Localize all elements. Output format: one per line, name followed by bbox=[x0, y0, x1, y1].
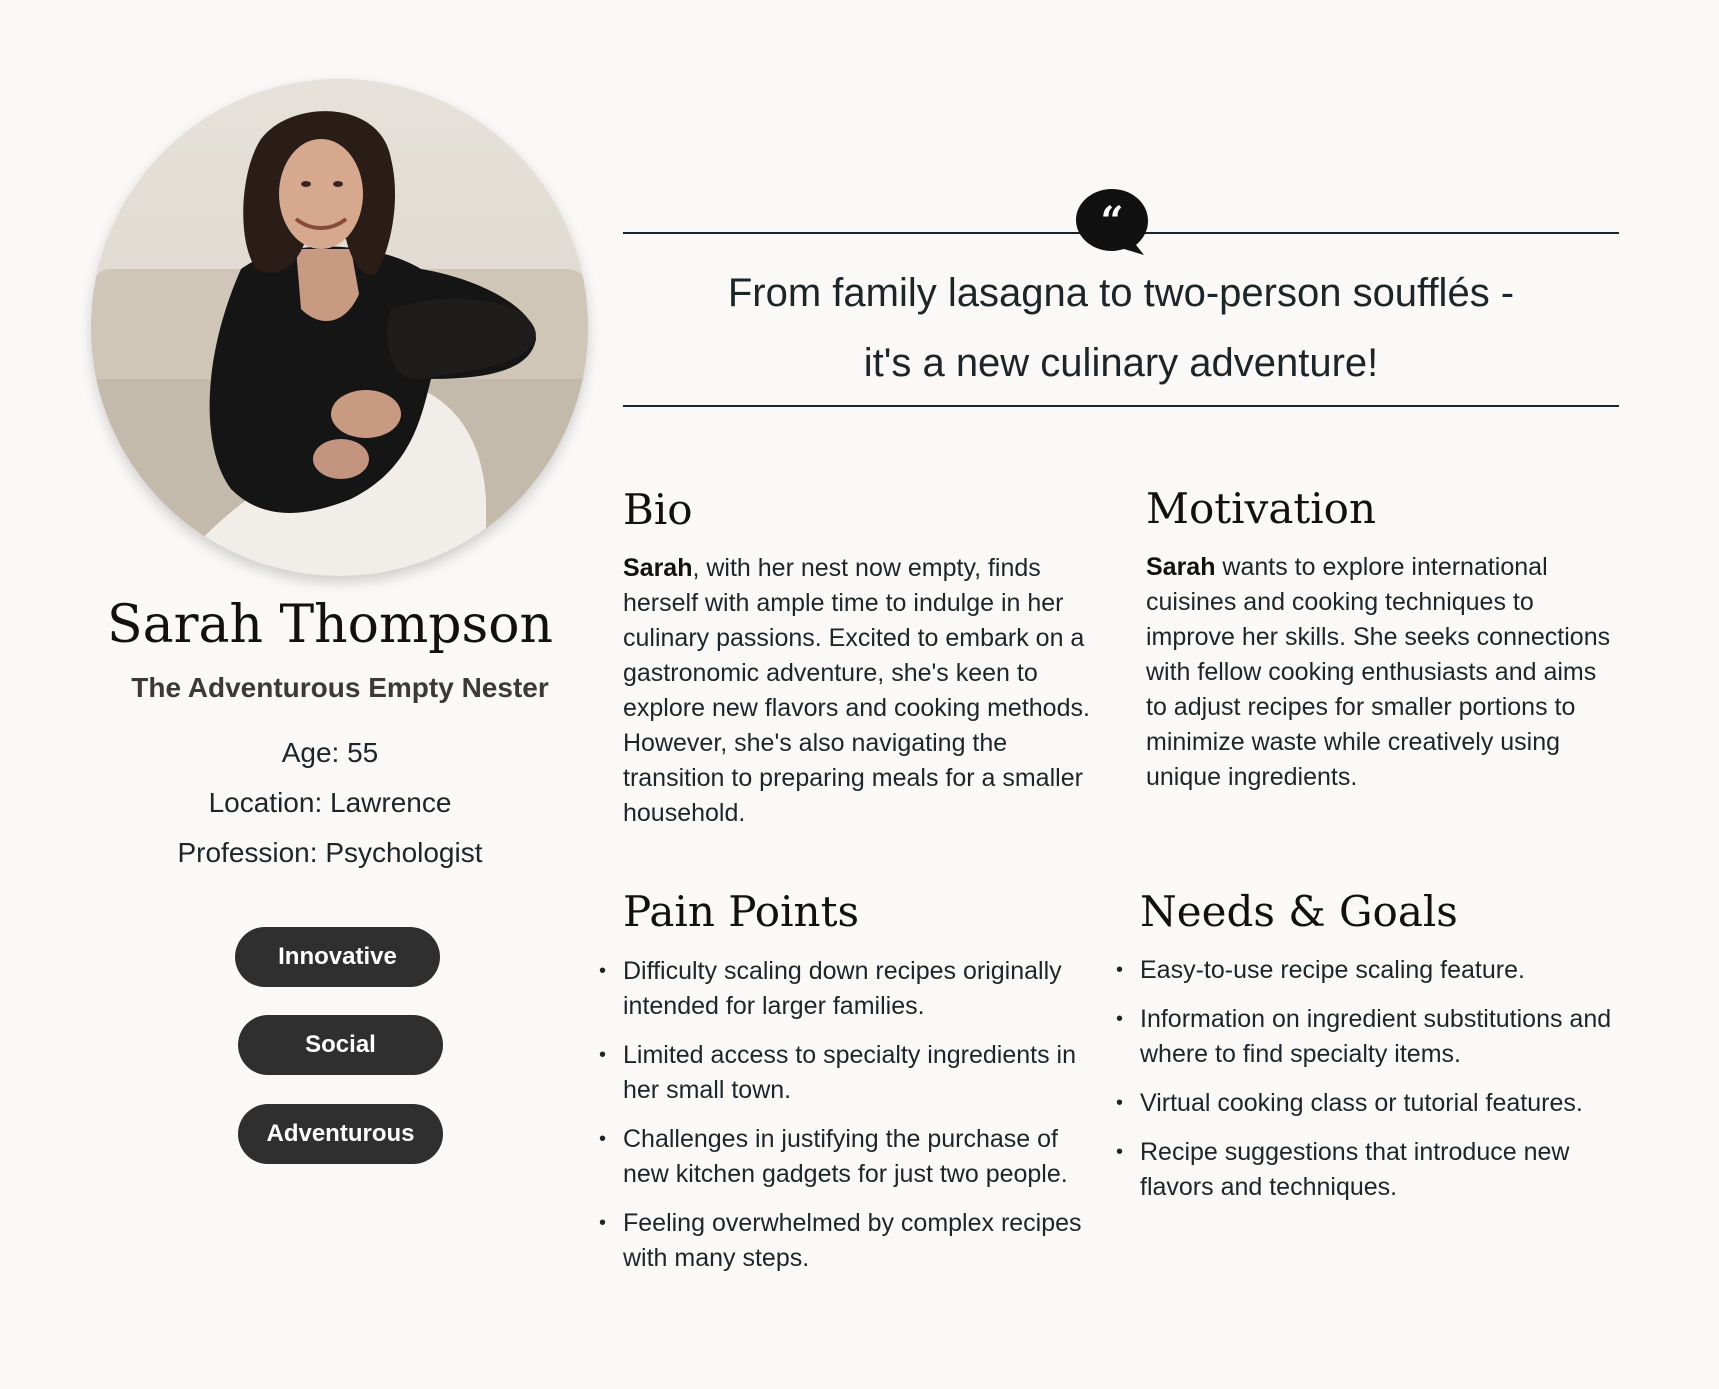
svg-text:“: “ bbox=[1100, 198, 1123, 245]
bio-text: Sarah, with her nest now empty, finds he… bbox=[623, 551, 1103, 831]
motivation-body: wants to explore international cuisines … bbox=[1146, 553, 1611, 791]
quote-line-2: it's a new culinary adventure! bbox=[863, 341, 1379, 385]
motivation-lead: Sarah bbox=[1146, 553, 1216, 581]
tag-adventurous: Adventurous bbox=[238, 1104, 443, 1164]
pain-points-list: Difficulty scaling down recipes original… bbox=[599, 954, 1103, 1290]
needs-goals-list: Easy-to-use recipe scaling feature. Info… bbox=[1116, 953, 1615, 1219]
list-item: Challenges in justifying the purchase of… bbox=[599, 1122, 1103, 1192]
quote-line-1: From family lasagna to two-person souffl… bbox=[727, 271, 1515, 315]
location-text: Location: Lawrence bbox=[208, 787, 452, 818]
list-item: Feeling overwhelmed by complex recipes w… bbox=[599, 1206, 1103, 1276]
profession-text: Profession: Psychologist bbox=[177, 837, 483, 868]
bio-heading: Bio bbox=[623, 485, 693, 534]
list-item: Easy-to-use recipe scaling feature. bbox=[1116, 953, 1615, 988]
needs-goals-heading: Needs & Goals bbox=[1140, 887, 1458, 936]
quote-bottom-divider bbox=[623, 405, 1619, 407]
motivation-heading: Motivation bbox=[1146, 484, 1377, 533]
bio-body: , with her nest now empty, finds herself… bbox=[623, 554, 1090, 827]
persona-facts: Age: 55 Location: Lawrence Profession: P… bbox=[60, 728, 600, 878]
pain-points-heading: Pain Points bbox=[623, 887, 860, 936]
quote-text: From family lasagna to two-person souffl… bbox=[623, 258, 1619, 398]
persona-subtitle: The Adventurous Empty Nester bbox=[131, 672, 549, 703]
list-item: Information on ingredient substitutions … bbox=[1116, 1002, 1615, 1072]
list-item: Difficulty scaling down recipes original… bbox=[599, 954, 1103, 1024]
bio-lead: Sarah bbox=[623, 554, 693, 582]
age-text: Age: 55 bbox=[281, 737, 379, 768]
portrait-photo bbox=[91, 79, 588, 576]
avatar bbox=[91, 79, 588, 576]
tag-innovative: Innovative bbox=[235, 927, 440, 987]
list-item: Virtual cooking class or tutorial featur… bbox=[1116, 1086, 1615, 1121]
persona-name: Sarah Thompson bbox=[106, 595, 554, 655]
list-item: Recipe suggestions that introduce new fl… bbox=[1116, 1135, 1615, 1205]
motivation-text: Sarah wants to explore international cui… bbox=[1146, 550, 1616, 795]
tag-social: Social bbox=[238, 1015, 443, 1075]
quote-bubble-icon: “ bbox=[1074, 187, 1150, 257]
list-item: Limited access to specialty ingredients … bbox=[599, 1038, 1103, 1108]
